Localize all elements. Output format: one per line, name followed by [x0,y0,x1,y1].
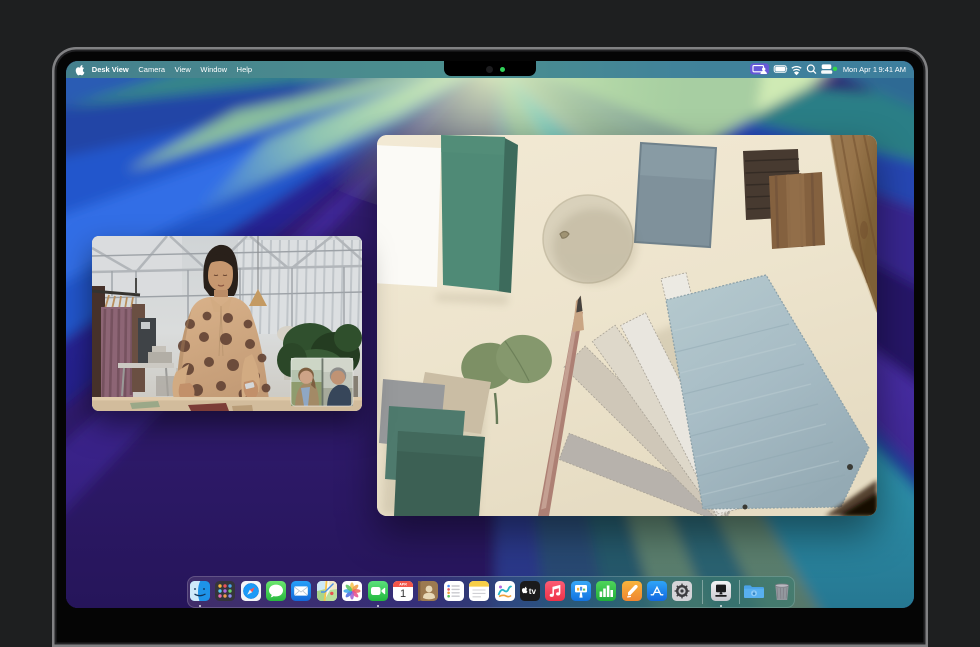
svg-text:1: 1 [400,588,406,600]
svg-text:tv: tv [529,587,537,596]
svg-text:Mon Apr 1: Mon Apr 1 [843,65,877,74]
svg-text:APR: APR [399,583,407,587]
svg-text:9:41 AM: 9:41 AM [878,65,906,74]
